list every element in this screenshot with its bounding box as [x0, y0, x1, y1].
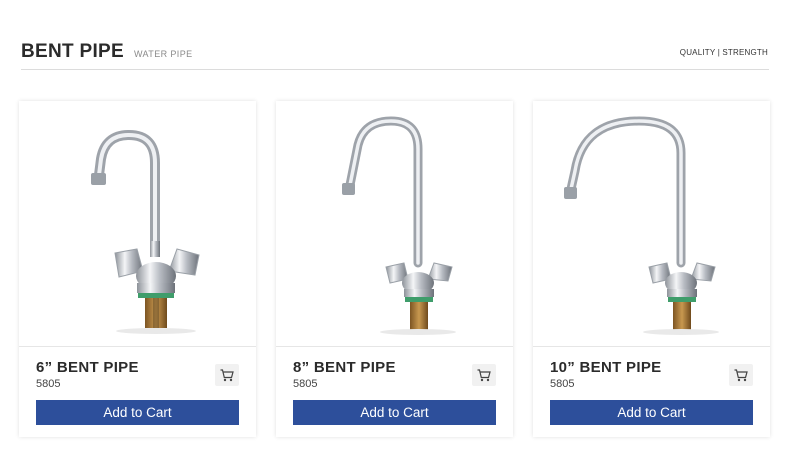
add-to-cart-button[interactable]: Add to Cart [293, 400, 496, 425]
product-card[interactable]: 8” BENT PIPE 5805 Add to Cart [276, 101, 513, 437]
product-image[interactable] [276, 101, 513, 347]
product-card[interactable]: 6” BENT PIPE 5805 Add to Cart [19, 101, 256, 437]
product-sku: 5805 [36, 378, 61, 390]
product-sku: 5805 [293, 378, 318, 390]
product-name[interactable]: 8” BENT PIPE [293, 359, 396, 376]
section-title: BENT PIPE [21, 41, 124, 62]
add-to-cart-button[interactable]: Add to Cart [36, 400, 239, 425]
section-tagline: QUALITY | STRENGTH [679, 48, 768, 57]
product-sku: 5805 [550, 378, 575, 390]
product-card[interactable]: 10” BENT PIPE 5805 Add to Cart [533, 101, 770, 437]
product-image[interactable] [533, 101, 770, 347]
shopping-cart-icon[interactable] [472, 364, 496, 386]
faucet-image [564, 116, 719, 335]
section-header: BENT PIPE WATER PIPE QUALITY | STRENGTH [21, 40, 769, 70]
section-subtitle: WATER PIPE [134, 49, 193, 59]
faucet-image [342, 116, 456, 335]
product-name[interactable]: 10” BENT PIPE [550, 359, 661, 376]
shopping-cart-icon[interactable] [215, 364, 239, 386]
shopping-cart-icon[interactable] [729, 364, 753, 386]
product-image[interactable] [19, 101, 256, 347]
faucet-image [91, 129, 200, 334]
product-name[interactable]: 6” BENT PIPE [36, 359, 139, 376]
add-to-cart-button[interactable]: Add to Cart [550, 400, 753, 425]
